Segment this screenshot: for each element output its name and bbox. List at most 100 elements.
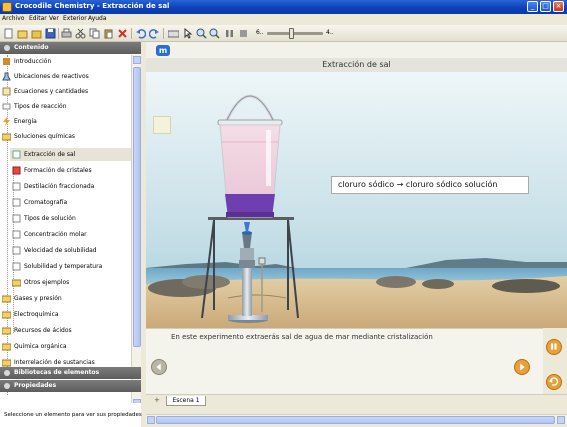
tree-item-formacion-cristales[interactable]: Formación de cristales [10, 164, 131, 177]
menu-editar[interactable]: Editar [29, 15, 47, 22]
tree-item-extraccion-sal[interactable]: Extracción de sal [10, 148, 131, 161]
app-window: Crocodile Chemistry - Extracción de sal … [0, 0, 567, 427]
scene-corner-box[interactable] [153, 116, 171, 134]
close-button[interactable]: × [553, 1, 564, 12]
page-icon [12, 246, 21, 255]
paste-icon[interactable] [103, 28, 114, 39]
stop-icon[interactable] [238, 28, 249, 39]
contents-header[interactable]: Contenido [0, 42, 141, 54]
pause-icon[interactable] [224, 28, 235, 39]
tree-item-soluciones[interactable]: Soluciones químicas [1, 130, 131, 143]
tab-escena-1[interactable]: Escena 1 [166, 396, 206, 406]
page-icon [12, 230, 21, 239]
scene-canvas[interactable]: cloruro sódico → cloruro sódico solución [146, 72, 567, 328]
tree-item-gases[interactable]: Gases y presión [1, 292, 131, 305]
zoom-in-icon[interactable] [196, 28, 207, 39]
tree-item-otros-ejemplos[interactable]: Otros ejemplos [10, 276, 131, 289]
delete-icon[interactable] [117, 28, 128, 39]
menu-ver[interactable]: Ver [49, 15, 59, 22]
horizontal-scroll-thumb[interactable] [156, 416, 555, 424]
properties-header[interactable]: Propiedades [0, 380, 141, 392]
open-folder-icon[interactable] [31, 28, 42, 39]
pause-button[interactable] [546, 339, 562, 355]
tree-item-destilacion[interactable]: Destilación fraccionada [10, 180, 131, 193]
save-icon[interactable] [45, 28, 56, 39]
left-panel: Contenido Introducción Ubicaciones de re… [0, 42, 142, 427]
menu-bar: Archivo Editar Ver Exterior Ayuda [0, 14, 567, 25]
description-area: En este experimento extraerás sal de agu… [146, 328, 567, 394]
menu-archivo[interactable]: Archivo [2, 15, 24, 22]
properties-hint: Seleccione un elemento para ver sus prop… [4, 412, 142, 418]
tree-item-tipos-reaccion[interactable]: Tipos de reacción [2, 100, 131, 113]
window-title: Crocodile Chemistry - Extracción de sal [15, 2, 170, 10]
scroll-up-button[interactable] [133, 56, 141, 64]
next-button[interactable] [514, 359, 530, 375]
book-icon [2, 57, 11, 66]
tree-item-tipos-solucion[interactable]: Tipos de solución [10, 212, 131, 225]
maximize-button[interactable]: □ [540, 1, 551, 12]
folder-icon [1, 294, 12, 303]
zoom-out-icon[interactable] [209, 28, 220, 39]
zoom-max-label: 4.. [326, 29, 334, 36]
toolbar: 6.. 4.. [0, 25, 567, 42]
keyboard-icon[interactable] [168, 28, 179, 39]
scroll-right-button[interactable] [557, 416, 565, 424]
collapse-icon[interactable] [4, 383, 10, 389]
horizontal-scrollbar[interactable] [146, 414, 567, 424]
tree-item-velocidad-solubilidad[interactable]: Velocidad de solubilidad [10, 244, 131, 257]
menu-exterior[interactable]: Exterior [63, 15, 87, 22]
page-icon [12, 166, 21, 175]
copy-icon[interactable] [89, 28, 100, 39]
page-icon [12, 262, 21, 271]
tree-scrollbar[interactable] [131, 55, 141, 409]
tree-item-cromatografia[interactable]: Cromatografía [10, 196, 131, 209]
new-file-icon[interactable] [3, 28, 14, 39]
expand-icon[interactable] [4, 370, 10, 376]
content-header: m [146, 42, 567, 58]
tree-item-ubicaciones[interactable]: Ubicaciones de reactivos [2, 70, 131, 83]
tree-item-introduccion[interactable]: Introducción [2, 55, 131, 68]
equation-label: cloruro sódico → cloruro sódico solución [331, 176, 529, 194]
new-folder-icon[interactable] [17, 28, 28, 39]
tree-item-quimica-organica[interactable]: Química orgánica [1, 340, 131, 353]
zoom-slider-track[interactable] [267, 32, 323, 35]
previous-button[interactable] [151, 359, 167, 375]
elements-library-header[interactable]: Bibliotecas de elementos [0, 367, 141, 379]
add-tab-icon[interactable]: + [154, 396, 160, 404]
scroll-left-button[interactable] [147, 416, 155, 424]
zoom-slider-thumb[interactable] [289, 28, 294, 39]
tree-item-energia[interactable]: Energía [2, 115, 131, 128]
tree-item-concentracion-molar[interactable]: Concentración molar [10, 228, 131, 241]
reset-button[interactable] [546, 374, 562, 390]
tree-item-electroquimica[interactable]: Electroquímica [1, 308, 131, 321]
description-text: En este experimento extraerás sal de agu… [171, 333, 433, 341]
main-area: m Extracción de sal cloruro sódico → clo… [146, 42, 567, 427]
print-icon[interactable] [61, 28, 72, 39]
folder-icon [11, 278, 22, 287]
scroll-thumb[interactable] [133, 67, 141, 347]
tree-item-solubilidad-temperatura[interactable]: Solubilidad y temperatura [10, 260, 131, 273]
minimize-button[interactable]: _ [527, 1, 538, 12]
undo-icon[interactable] [135, 28, 146, 39]
energy-icon [2, 117, 11, 126]
flask-icon [2, 72, 11, 81]
tree-item-ecuaciones[interactable]: Ecuaciones y cantidades [2, 85, 131, 98]
pointer-icon[interactable] [183, 28, 194, 39]
properties-box: Seleccione un elemento para ver sus prop… [0, 403, 142, 427]
menu-ayuda[interactable]: Ayuda [88, 15, 107, 22]
tree-item-recursos-acidos[interactable]: Recursos de ácidos [1, 324, 131, 337]
title-bar: Crocodile Chemistry - Extracción de sal … [0, 0, 567, 14]
folder-icon [1, 326, 12, 335]
equation-icon [2, 87, 11, 96]
app-icon [2, 2, 12, 12]
collapse-icon[interactable] [4, 45, 10, 51]
page-icon [12, 214, 21, 223]
cut-icon[interactable] [75, 28, 86, 39]
page-icon [12, 198, 21, 207]
zoom-min-label: 6.. [256, 29, 264, 36]
redo-icon[interactable] [149, 28, 160, 39]
m-logo-icon: m [156, 45, 170, 56]
folder-icon [1, 358, 12, 367]
folder-icon [1, 132, 12, 141]
page-icon [12, 150, 21, 159]
